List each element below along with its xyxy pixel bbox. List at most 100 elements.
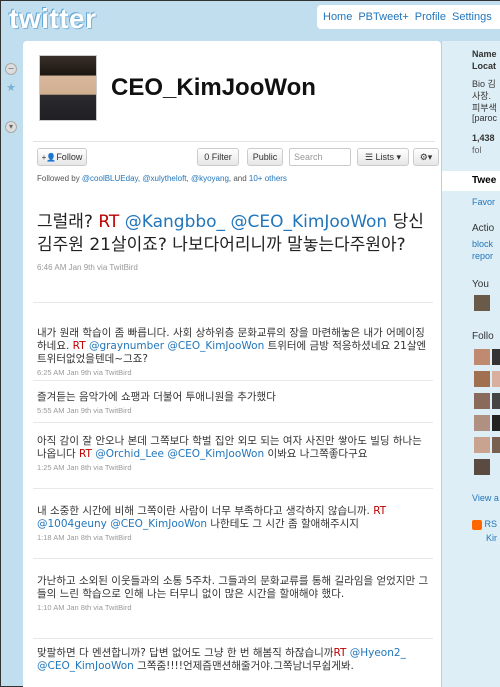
followed-by-user[interactable]: @coolBLUEday (82, 174, 138, 183)
tweet-featured: 그럴래? RT @Kangbbo_ @CEO_KimJooWon 당신김주원 2… (33, 207, 433, 303)
mention-link[interactable]: @Orchid_Lee (95, 448, 164, 460)
chevron-down-icon: ▾ (394, 152, 402, 162)
friend-avatar[interactable] (474, 459, 490, 475)
tweet-text-segment: 이봐요 나그쪽좋다구요 (264, 448, 368, 460)
tweet-meta[interactable]: 1:18 AM Jan 8th via TwitBird (37, 533, 429, 542)
mention-link[interactable]: @CEO_KimJooWon (37, 660, 134, 672)
mention-link[interactable]: @graynumber (89, 340, 164, 352)
followed-by-user[interactable]: @kyoyang (191, 174, 229, 183)
sidebar-count-label: fol (472, 145, 482, 155)
profile-screen-name: CEO_KimJooWon (111, 74, 316, 101)
sidebar-report-link[interactable]: repor (472, 251, 493, 261)
tweet-text-segment: 나한테도 그 시간 좀 할애해주시지 (207, 518, 359, 530)
mention-link[interactable]: @1004geuny (37, 518, 107, 530)
sidebar: Name Locat Bio 김 사장. 피부색 [paroc 1,438 fo… (441, 41, 500, 687)
twitter-logo[interactable]: twitter (9, 3, 97, 35)
tweet-text-segment: 내 소중한 시간에 비해 그쪽이란 사람이 너무 부족하다고 생각하지 않습니까… (37, 505, 374, 517)
tweet: 아직 감이 잘 안오나 본데 그쪽보다 학벌 집안 외모 되는 여자 사진만 쌓… (33, 431, 433, 489)
sidebar-rss-sub[interactable]: Kir (486, 533, 497, 543)
tweet-text: 그럴래? RT @Kangbbo_ @CEO_KimJooWon 당신김주원 2… (37, 211, 429, 257)
left-rail: − ★ ▾ (5, 63, 19, 141)
friend-avatar[interactable] (492, 437, 500, 453)
nav-settings[interactable]: Settings (452, 11, 492, 23)
follow-button[interactable]: +👤Follow (37, 148, 87, 166)
retweet-marker: RT (98, 212, 120, 232)
tweet: 내가 원래 학습이 좀 빠릅니다. 사회 상하위층 문화교류의 장을 마련해놓은… (33, 323, 433, 381)
tweet-meta[interactable]: 6:25 AM Jan 9th via TwitBird (37, 368, 429, 377)
lists-button[interactable]: ☰ Lists ▾ (357, 148, 409, 166)
tweet-meta[interactable]: 6:46 AM Jan 9th via TwitBird (37, 263, 429, 272)
followed-by-user[interactable]: @xulytheloft (142, 174, 186, 183)
follow-label: Follow (56, 152, 83, 162)
nav-pbtweet[interactable]: PBTweet+ (358, 11, 408, 23)
tweet-text-segment: 그쪽줌!!!!언제즘맨션해줄거야.그쪽남너무쉽게봐. (133, 660, 354, 672)
sidebar-location-label: Locat (472, 61, 497, 71)
sidebar-rss[interactable]: RS (472, 519, 497, 530)
retweet-marker: RT (78, 448, 92, 460)
chevron-down-icon[interactable]: ▾ (5, 121, 17, 133)
mention-link[interactable]: @Kangbbo_ (125, 212, 225, 232)
sidebar-bio-line: [paroc (472, 113, 498, 123)
friend-avatar[interactable] (492, 393, 500, 409)
filter-button[interactable]: 0 Filter (197, 148, 239, 166)
retweet-marker: RT (373, 505, 387, 517)
tweet-text: 가난하고 소외된 이웃들과의 소통 5주차. 그들과의 문화교류를 통해 길라임… (37, 575, 429, 601)
sidebar-name-label: Name (472, 49, 497, 59)
nav-home[interactable]: Home (323, 11, 352, 23)
rss-icon (472, 519, 482, 530)
mention-link[interactable]: @CEO_KimJooWon (110, 518, 207, 530)
sidebar-you-label: You (472, 279, 489, 290)
tweet: 즐겨듣는 음악가에 쇼팽과 더불어 투애니원을 추가했다 5:55 AM Jan… (33, 387, 433, 423)
friend-avatar[interactable] (492, 415, 500, 431)
top-nav: Home PBTweet+ Profile Settings (317, 5, 500, 29)
tweet-text: 아직 감이 잘 안오나 본데 그쪽보다 학벌 집안 외모 되는 여자 사진만 쌓… (37, 435, 429, 461)
sidebar-view-all[interactable]: View a (472, 493, 499, 503)
followed-by-label: Followed by (37, 174, 80, 183)
public-button[interactable]: Public (247, 148, 283, 166)
friend-avatar[interactable] (492, 371, 500, 387)
add-user-icon: +👤 (41, 153, 57, 162)
mention-link[interactable]: @Hyeon2_ (350, 647, 406, 659)
tweet: 맞팔하면 다 멘션합니까? 답변 없어도 그냥 한 번 해봄직 하잖습니까RT … (33, 643, 433, 687)
tweet-text-segment: 그럴래? (37, 212, 99, 232)
tweet-text-segment: 즐겨듣는 음악가에 쇼팽과 더불어 투애니원을 추가했다 (37, 391, 276, 403)
tweet-text: 내가 원래 학습이 좀 빠릅니다. 사회 상하위층 문화교류의 장을 마련해놓은… (37, 327, 429, 366)
tweet-text-segment: 맞팔하면 다 멘션합니까? 답변 없어도 그냥 한 번 해봄직 하잖습니까 (37, 647, 334, 659)
friend-avatar[interactable] (474, 415, 490, 431)
friend-avatar[interactable] (474, 437, 490, 453)
top-bar: twitter Home PBTweet+ Profile Settings (1, 1, 500, 41)
sidebar-favorites[interactable]: Favor (472, 197, 495, 207)
friend-avatar[interactable] (474, 295, 490, 311)
friend-avatar[interactable] (474, 393, 490, 409)
gear-menu-button[interactable]: ⚙▾ (413, 148, 439, 166)
tweet-meta[interactable]: 1:25 AM Jan 8th via TwitBird (37, 463, 429, 472)
friend-avatar[interactable] (492, 349, 500, 365)
collapse-icon[interactable]: − (5, 63, 17, 75)
nav-profile[interactable]: Profile (415, 11, 446, 23)
friend-avatar[interactable] (474, 349, 490, 365)
sidebar-block-link[interactable]: block (472, 239, 493, 249)
star-icon[interactable]: ★ (5, 82, 17, 95)
tweet-text: 내 소중한 시간에 비해 그쪽이란 사람이 너무 부족하다고 생각하지 않습니까… (37, 505, 429, 531)
sidebar-actions-title: Actio (472, 223, 495, 234)
sidebar-count[interactable]: 1,438 (472, 133, 495, 143)
main-panel: CEO_KimJooWon +👤Follow 0 Filter Public S… (23, 41, 441, 687)
mention-link[interactable]: @CEO_KimJooWon (167, 340, 264, 352)
friend-avatar[interactable] (474, 371, 490, 387)
sidebar-rss-label: RS (484, 519, 498, 529)
profile-header: CEO_KimJooWon (39, 55, 316, 121)
mention-link[interactable]: @CEO_KimJooWon (230, 212, 387, 232)
avatar[interactable] (39, 55, 97, 121)
gear-icon: ⚙▾ (419, 152, 433, 162)
mention-link[interactable]: @CEO_KimJooWon (167, 448, 264, 460)
followed-by-more[interactable]: 10+ others (249, 174, 287, 183)
tweet-text-segment: 가난하고 소외된 이웃들과의 소통 5주차. 그들과의 문화교류를 통해 길라임… (37, 575, 429, 600)
profile-actions: +👤Follow 0 Filter Public Search ☰ Lists … (33, 141, 439, 207)
followed-by: Followed by @coolBLUEday, @xulytheloft, … (37, 174, 287, 183)
tab-tweets[interactable]: Twee (442, 171, 500, 191)
search-input[interactable]: Search (289, 148, 351, 166)
tweet-meta[interactable]: 1:10 AM Jan 8th via TwitBird (37, 603, 429, 612)
lists-label: Lists (375, 152, 395, 162)
tweet-meta[interactable]: 5:55 AM Jan 9th via TwitBird (37, 406, 429, 415)
tweet-text: 맞팔하면 다 멘션합니까? 답변 없어도 그냥 한 번 해봄직 하잖습니까RT … (37, 647, 429, 673)
